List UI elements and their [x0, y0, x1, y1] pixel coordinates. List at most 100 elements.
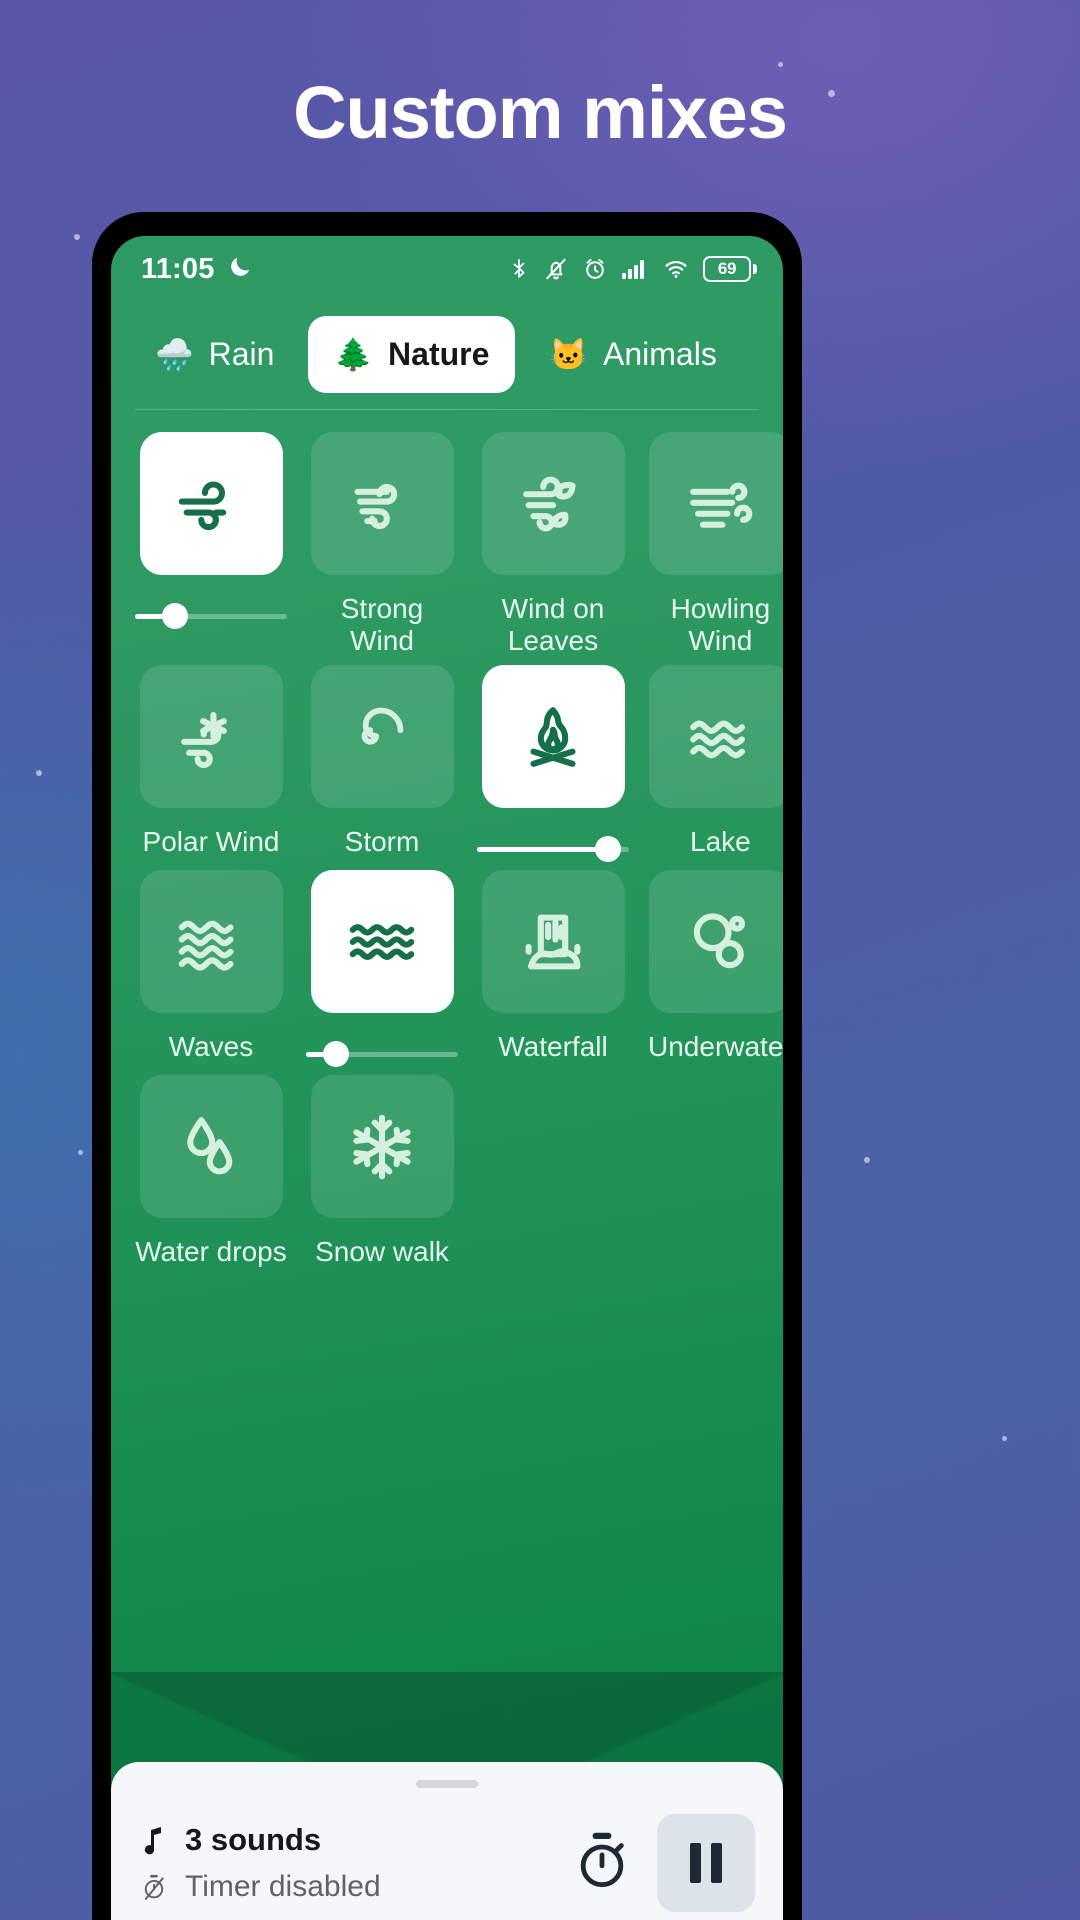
sound-cell-storm[interactable]: Storm	[306, 665, 458, 862]
pause-bar	[690, 1843, 701, 1883]
tab-rain[interactable]: 🌧️ Rain	[129, 316, 300, 393]
sound-cell-wind-on-leaves[interactable]: Wind on Leaves	[477, 432, 629, 657]
tab-label: Nature	[388, 336, 490, 372]
sound-label: Polar Wind	[142, 826, 280, 858]
sound-tile[interactable]	[481, 870, 625, 1014]
sound-tile[interactable]	[139, 1075, 283, 1219]
player-info: 3 sounds Timer disabled	[139, 1822, 565, 1904]
category-tab-bar[interactable]: 🌧️ Rain 🌲 Nature 🐱 Animals 🚪 R	[111, 302, 783, 409]
sound-label: Strong Wind	[340, 593, 424, 657]
volume-slider[interactable]	[306, 1041, 458, 1068]
bell-muted-icon	[543, 256, 569, 282]
waves-icon	[178, 920, 234, 971]
sound-tile[interactable]	[139, 432, 283, 575]
sound-cell-water-drops[interactable]: Water drops	[135, 1075, 287, 1270]
sound-label: Lake	[690, 826, 751, 858]
phone-screen: 11:05 69 🌧️ Rain 🌲 Nature 🐱 Animals Stro…	[111, 236, 783, 1920]
sound-grid: Strong Wind Wind on Leaves Howling Wind …	[111, 410, 783, 1270]
slider-knob[interactable]	[161, 603, 188, 629]
tab-room[interactable]: 🚪 R	[751, 316, 783, 393]
alarm-clock-icon	[582, 256, 608, 282]
sounds-count-line: 3 sounds	[139, 1822, 565, 1858]
sound-cell-snow-walk[interactable]: Snow walk	[306, 1075, 458, 1270]
sound-cell-strong-wind[interactable]: Strong Wind	[306, 432, 458, 657]
timer-off-icon	[139, 1872, 169, 1902]
strong-wind-icon	[354, 483, 398, 529]
background-speck	[864, 1157, 870, 1163]
sound-cell-underwater[interactable]: Underwater	[648, 870, 783, 1067]
water-drops-icon	[187, 1117, 233, 1175]
sound-tile[interactable]	[648, 870, 783, 1014]
campfire-icon	[530, 707, 576, 767]
player-bottom-sheet[interactable]: 3 sounds Timer disabled	[111, 1762, 783, 1920]
sound-cell-campfire[interactable]	[477, 665, 629, 863]
sound-tile[interactable]	[139, 665, 283, 809]
background-speck	[778, 62, 783, 67]
slider-knob[interactable]	[323, 1041, 350, 1068]
slider-knob[interactable]	[594, 836, 621, 863]
timer-status-line: Timer disabled	[139, 1870, 565, 1904]
timer-status-label: Timer disabled	[185, 1870, 381, 1903]
waterfall-icon	[525, 914, 581, 970]
background-speck	[78, 1150, 83, 1155]
volume-slider[interactable]	[135, 603, 287, 629]
sound-tile[interactable]	[481, 665, 625, 809]
sound-tile[interactable]	[310, 870, 454, 1014]
lake-waves-icon	[690, 720, 746, 759]
sea-waves-icon	[349, 923, 415, 960]
howling-wind-icon	[690, 482, 753, 528]
underwater-bubbles-icon	[694, 913, 746, 969]
page-title: Custom mixes	[293, 71, 788, 154]
sound-cell-waves[interactable]: Waves	[135, 870, 287, 1067]
pause-button[interactable]	[657, 1814, 755, 1912]
sound-cell-lake[interactable]: Lake	[648, 665, 783, 862]
battery-indicator: 69	[703, 256, 757, 282]
music-note-icon	[139, 1825, 169, 1855]
sound-tile[interactable]	[310, 665, 454, 809]
polar-wind-icon	[181, 711, 227, 768]
phone-frame: 11:05 69 🌧️ Rain 🌲 Nature 🐱 Animals Stro…	[92, 212, 802, 1920]
background-speck	[36, 770, 42, 776]
sound-label: Storm	[344, 826, 420, 858]
sound-tile[interactable]	[310, 1075, 454, 1219]
stopwatch-icon	[573, 1829, 631, 1898]
sound-tile[interactable]	[648, 665, 783, 809]
sound-cell-howling-wind[interactable]: Howling Wind	[648, 432, 783, 657]
rain-cloud-emoji: 🌧️	[155, 337, 194, 372]
sound-label: Snow walk	[315, 1236, 449, 1268]
status-bar: 11:05 69	[111, 236, 783, 302]
sound-label: Water drops	[135, 1236, 287, 1268]
cat-face-emoji: 🐱	[549, 337, 588, 372]
background-speck	[74, 234, 80, 240]
wind-icon	[178, 480, 227, 530]
slider-fill	[477, 847, 608, 853]
volume-slider[interactable]	[477, 836, 629, 863]
sound-tile[interactable]	[648, 432, 783, 575]
sound-label: Waterfall	[498, 1031, 608, 1063]
sound-label: Waves	[168, 1031, 254, 1063]
pause-icon	[690, 1843, 722, 1883]
tab-nature[interactable]: 🌲 Nature	[308, 316, 516, 393]
sound-tile[interactable]	[481, 432, 625, 575]
wifi-icon	[662, 257, 690, 281]
pause-bar	[711, 1843, 722, 1883]
bluetooth-icon	[508, 256, 530, 282]
timer-button[interactable]	[565, 1829, 639, 1898]
sound-cell-sea[interactable]	[306, 870, 458, 1068]
cellular-signal-icon	[621, 257, 649, 281]
sounds-count-label: 3 sounds	[185, 1822, 322, 1857]
sound-tile[interactable]	[310, 432, 454, 575]
sound-cell-polar-wind[interactable]: Polar Wind	[135, 665, 287, 862]
battery-tip	[753, 264, 757, 274]
sound-tile[interactable]	[139, 870, 283, 1014]
status-bar-clock: 11:05	[141, 252, 215, 285]
battery-level-label: 69	[703, 256, 751, 282]
sound-cell-wind[interactable]	[135, 432, 287, 657]
sound-cell-waterfall[interactable]: Waterfall	[477, 870, 629, 1067]
crescent-moon-icon	[227, 254, 253, 285]
tab-animals[interactable]: 🐱 Animals	[523, 316, 742, 393]
tab-label: Animals	[603, 336, 717, 372]
status-bar-right: 69	[508, 256, 757, 282]
sheet-drag-handle[interactable]	[416, 1780, 478, 1788]
snowflake-icon	[353, 1114, 411, 1180]
